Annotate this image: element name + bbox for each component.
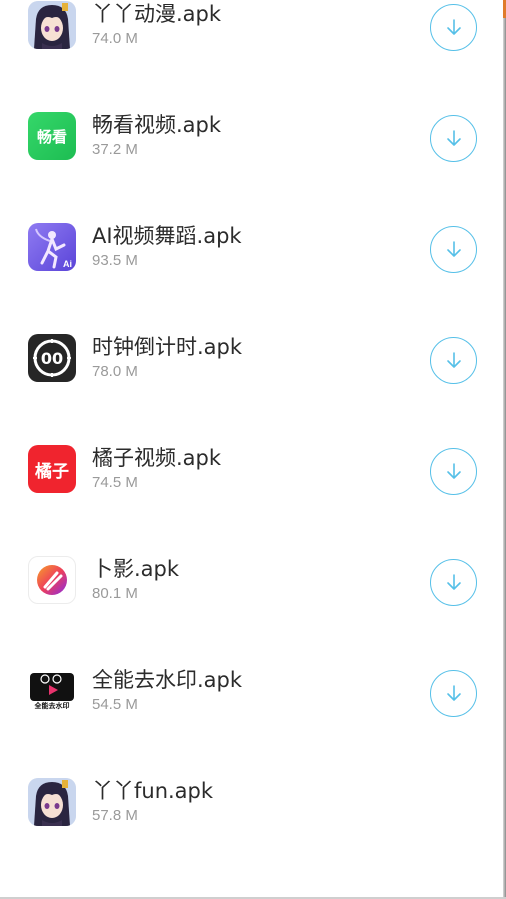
download-arrow-icon [446,684,461,701]
download-arrow-icon [446,18,461,35]
app-name: 橘子视频.apk [92,446,222,470]
download-button[interactable] [430,115,477,162]
download-button[interactable] [430,559,477,606]
list-item[interactable]: 丫丫动漫.apk 74.0 M [0,0,500,97]
app-name: 畅看视频.apk [92,113,222,137]
buying-icon [28,556,76,604]
anime-girl-icon [28,1,76,49]
download-arrow-icon [446,351,461,368]
download-arrow-icon [446,462,461,479]
icon-label: Ai [63,259,72,269]
changkan-icon: 畅看 [28,112,76,160]
list-item[interactable]: 畅看 畅看视频.apk 37.2 M [0,97,500,208]
download-button[interactable] [430,4,477,51]
download-arrow-icon [446,129,461,146]
download-button[interactable] [430,670,477,717]
download-arrow-icon [446,240,461,257]
download-button[interactable] [430,337,477,384]
anime-girl-icon [28,778,76,826]
list-item[interactable]: 00 时钟倒计时.apk 78.0 M [0,319,500,430]
list-item[interactable]: 橘子 橘子视频.apk 74.5 M [0,430,500,541]
app-size: 93.5 M [92,252,138,269]
app-name: 全能去水印.apk [92,668,243,692]
app-name: 丫丫动漫.apk [92,2,222,26]
app-name: AI视频舞蹈.apk [92,224,242,248]
download-button[interactable] [430,226,477,273]
app-size: 74.0 M [92,30,138,47]
apk-list: 丫丫动漫.apk 74.0 M 畅看 畅看视频.apk 37.2 M Ai AI… [0,0,500,888]
download-list-screen: 丫丫动漫.apk 74.0 M 畅看 畅看视频.apk 37.2 M Ai AI… [0,0,506,899]
app-size: 37.2 M [92,141,138,158]
app-size: 74.5 M [92,474,138,491]
app-name: 时钟倒计时.apk [92,335,243,359]
icon-label: 橘子 [35,461,69,482]
app-size: 78.0 M [92,363,138,380]
icon-label: 00 [40,348,64,368]
icon-label: 畅看 [36,127,67,146]
watermark-remover-icon: 全能去水印 [28,667,76,715]
icon-label: 全能去水印 [34,703,70,710]
download-button[interactable] [430,448,477,495]
list-item[interactable]: Ai AI视频舞蹈.apk 93.5 M [0,208,500,319]
juzi-icon: 橘子 [28,445,76,493]
app-size: 80.1 M [92,585,138,602]
app-name: 卜影.apk [92,557,180,581]
app-size: 54.5 M [92,696,138,713]
list-item[interactable]: 卜影.apk 80.1 M [0,541,500,652]
list-item[interactable]: 全能去水印 全能去水印.apk 54.5 M [0,652,500,763]
app-name: 丫丫fun.apk [92,779,214,803]
ai-dance-icon: Ai [28,223,76,271]
download-arrow-icon [446,573,461,590]
countdown-clock-icon: 00 [28,334,76,382]
app-size: 57.8 M [92,807,138,824]
list-item[interactable]: 丫丫fun.apk 57.8 M [0,763,500,874]
